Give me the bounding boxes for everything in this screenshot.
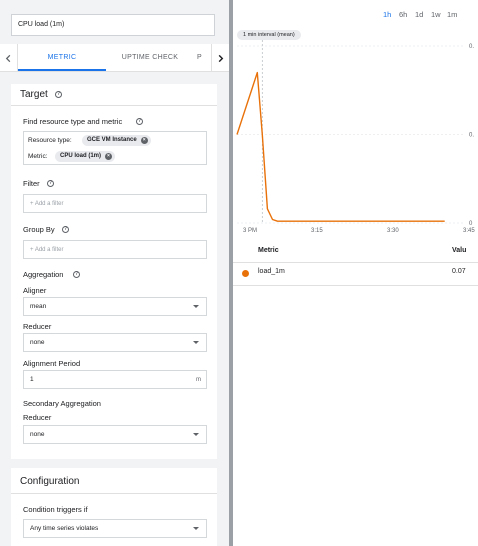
configuration-title: Configuration: [20, 476, 80, 487]
condition-triggers-select[interactable]: Any time series violates: [23, 519, 207, 538]
secondary-reducer-value: none: [30, 431, 45, 438]
close-icon[interactable]: ×: [105, 153, 113, 160]
x-tick-label: 3:45: [463, 228, 475, 234]
alignment-period-value: 1: [30, 376, 34, 383]
interval-chip: 1 min interval (mean): [237, 30, 301, 40]
filter-input[interactable]: + Add a filter: [23, 194, 207, 213]
aligner-select[interactable]: mean: [23, 297, 207, 316]
secondary-reducer-label: Reducer: [23, 413, 52, 422]
reducer-select[interactable]: none: [23, 333, 207, 352]
x-tick-label: 3 PM: [243, 228, 257, 234]
table-divider: [233, 262, 478, 263]
alignment-period-unit: m: [196, 377, 201, 383]
table-cell-value: 0.07: [452, 268, 466, 275]
help-icon[interactable]: ?: [62, 226, 69, 233]
table-header-metric: Metric: [258, 247, 279, 254]
reducer-label: Reducer: [23, 322, 52, 331]
dropdown-caret-icon: [193, 433, 199, 436]
tab-prev-button[interactable]: [0, 44, 18, 72]
y-tick-label: 0: [469, 221, 473, 227]
secondary-aggregation-label: Secondary Aggregation: [23, 399, 101, 408]
table-cell-metric: load_1m: [258, 268, 285, 275]
aligner-value: mean: [30, 303, 47, 310]
target-title: Target: [20, 89, 48, 100]
dropdown-caret-icon: [193, 527, 199, 530]
left-panel: CPU load (1m) METRIC UPTIME CHECK P Targ…: [0, 0, 229, 546]
metric-chip[interactable]: CPU load (1m) ×: [55, 151, 116, 162]
time-range-1h[interactable]: 1h: [383, 10, 391, 19]
alignment-period-input[interactable]: 1 m: [23, 370, 207, 389]
right-panel: 1h 6h 1d 1w 1m 1 min interval (mean) 0. 0…: [233, 0, 478, 546]
help-icon[interactable]: ?: [73, 271, 80, 278]
condition-triggers-value: Any time series violates: [30, 525, 99, 532]
resource-metric-box[interactable]: Resource type: GCE VM Instance × Metric:…: [23, 131, 207, 165]
resource-type-label: Resource type:: [28, 137, 72, 144]
help-icon[interactable]: ?: [47, 180, 54, 187]
dropdown-caret-icon: [193, 305, 199, 308]
metric-label: Metric:: [28, 153, 48, 160]
group-by-label: Group By: [23, 225, 55, 234]
filter-placeholder: + Add a filter: [30, 201, 64, 207]
condition-name-input[interactable]: CPU load (1m): [11, 14, 215, 36]
resource-type-chip[interactable]: GCE VM Instance ×: [82, 135, 151, 146]
configuration-card: Configuration Condition triggers if Any …: [11, 468, 217, 546]
y-tick-label: 0.: [469, 44, 474, 50]
time-range-1m[interactable]: 1m: [447, 10, 457, 19]
table-header-value: Valu: [452, 247, 467, 254]
dropdown-caret-icon: [193, 341, 199, 344]
tab-next-button[interactable]: [211, 44, 229, 72]
condition-triggers-label: Condition triggers if: [23, 505, 88, 514]
time-range-6h[interactable]: 6h: [399, 10, 407, 19]
metric-value: CPU load (1m): [60, 153, 102, 159]
series-line-load-1m: [236, 71, 445, 222]
x-tick-label: 3:30: [387, 228, 399, 234]
x-tick-label: 3:15: [311, 228, 323, 234]
help-icon[interactable]: ?: [55, 91, 62, 98]
close-icon[interactable]: ×: [140, 137, 148, 144]
tab-metric[interactable]: METRIC: [18, 44, 106, 72]
series-color-dot: [242, 270, 249, 277]
group-by-placeholder: + Add a filter: [30, 247, 64, 253]
target-card: Target ? Find resource type and metric ?…: [11, 84, 217, 459]
aggregation-label: Aggregation: [23, 270, 64, 279]
tab-bar: METRIC UPTIME CHECK P: [0, 44, 229, 72]
find-resource-label: Find resource type and metric: [23, 117, 123, 126]
help-icon[interactable]: ?: [136, 118, 143, 125]
filter-label: Filter: [23, 179, 40, 188]
secondary-reducer-select[interactable]: none: [23, 425, 207, 444]
active-tab-indicator: [18, 69, 106, 71]
table-divider: [233, 285, 478, 286]
resource-type-value: GCE VM Instance: [87, 137, 137, 143]
tab-overflow[interactable]: P: [194, 44, 211, 72]
metric-chart: 0. 0. 0 3 PM 3:15 3:30 3:45: [236, 40, 475, 234]
group-by-input[interactable]: + Add a filter: [23, 240, 207, 259]
chevron-right-icon: [218, 54, 224, 62]
time-range-1w[interactable]: 1w: [431, 10, 441, 19]
reducer-value: none: [30, 339, 45, 346]
card-divider: [11, 105, 217, 106]
alignment-period-label: Alignment Period: [23, 359, 81, 368]
time-range-1d[interactable]: 1d: [415, 10, 423, 19]
chevron-left-icon: [5, 54, 11, 62]
aligner-label: Aligner: [23, 286, 47, 295]
y-tick-label: 0.: [469, 133, 474, 139]
card-divider: [11, 493, 217, 494]
tab-uptime-check[interactable]: UPTIME CHECK: [106, 44, 194, 72]
